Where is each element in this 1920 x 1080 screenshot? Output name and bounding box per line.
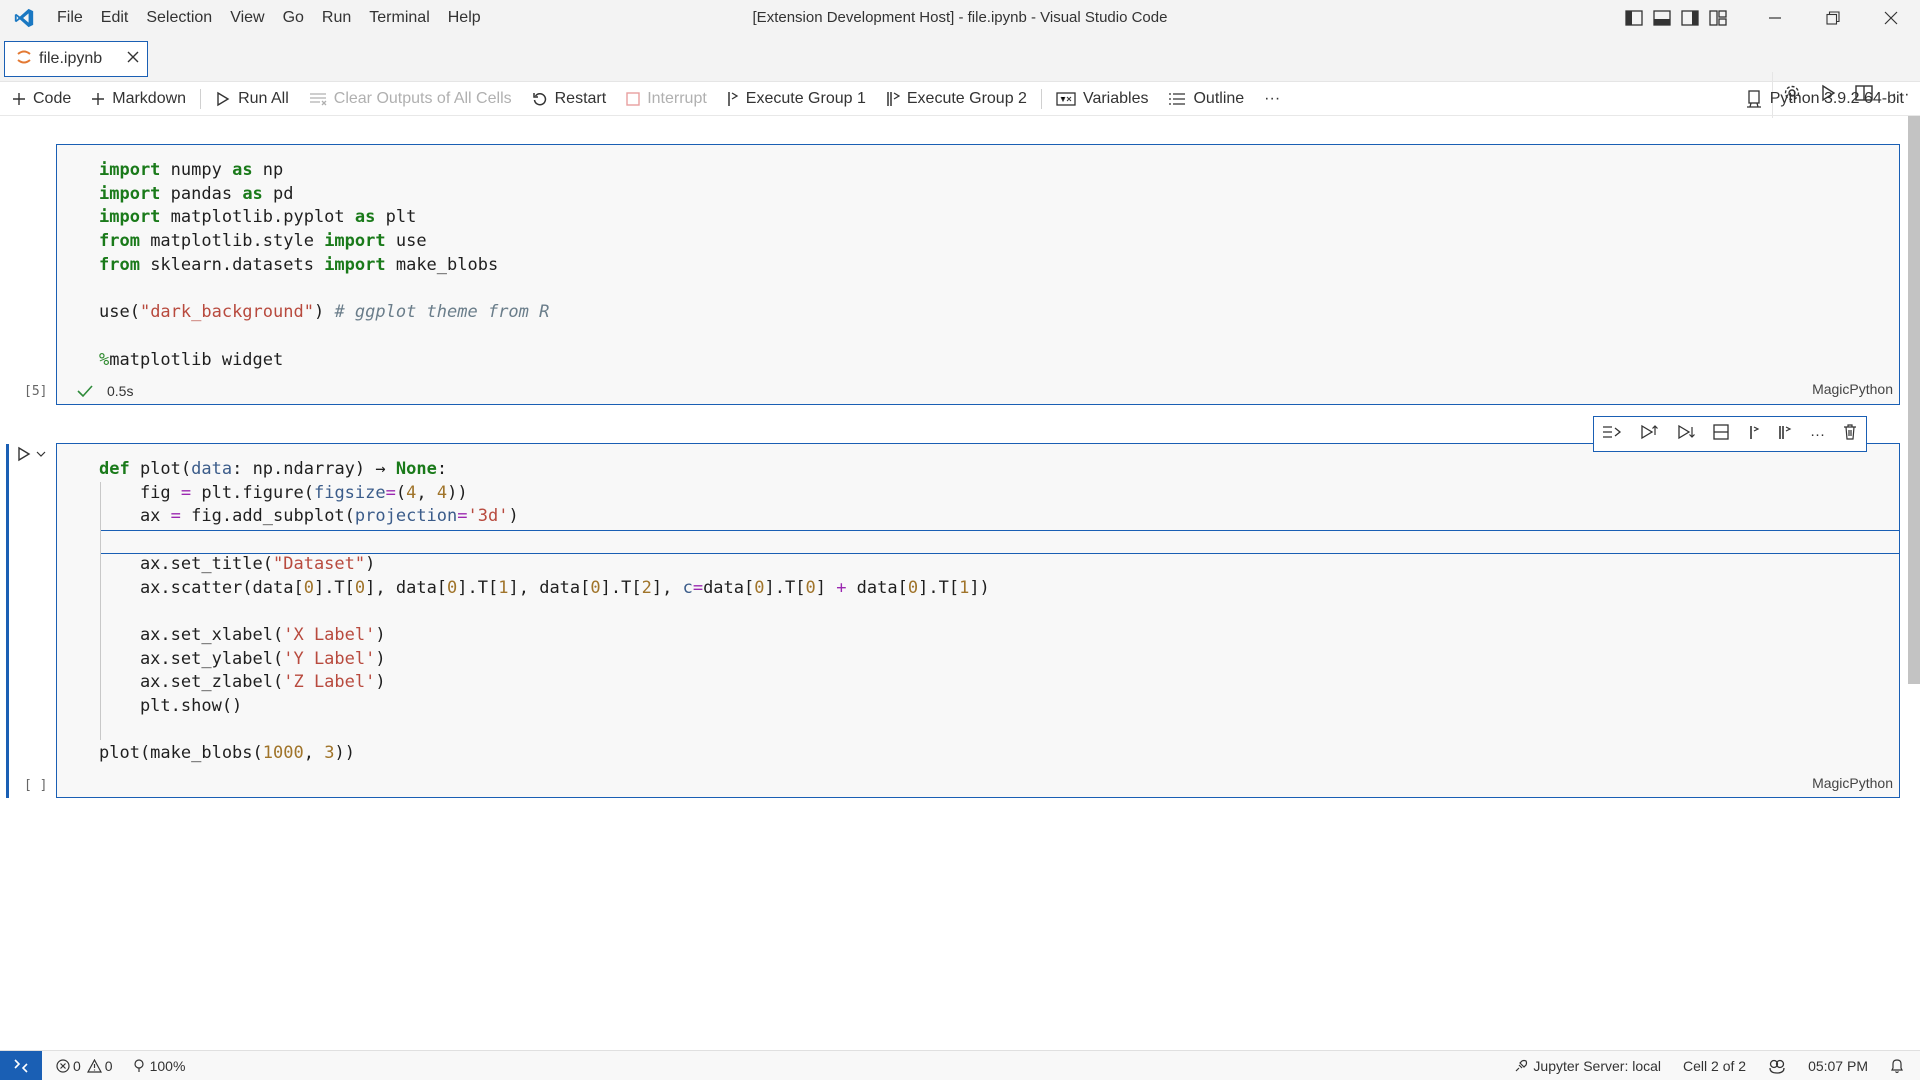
problems-indicator[interactable]: 0 0 [56, 1058, 113, 1074]
run-by-line-icon[interactable] [1602, 424, 1622, 445]
menu-selection[interactable]: Selection [137, 0, 221, 36]
cell-focus-indicator [6, 444, 9, 798]
toolbar-divider [1040, 88, 1042, 109]
tab-label: file.ipynb [39, 50, 103, 67]
customize-layout-icon[interactable] [1704, 0, 1732, 36]
more-toolbar-actions-button[interactable]: ··· [1264, 90, 1280, 108]
menu-help[interactable]: Help [439, 0, 490, 36]
execution-count: [ ] [24, 778, 48, 793]
vscode-logo-icon [0, 0, 48, 36]
plus-icon [91, 92, 105, 106]
interrupt-kernel-button[interactable]: Interrupt [626, 90, 707, 108]
delete-cell-icon[interactable] [1842, 423, 1858, 446]
kernel-picker[interactable]: Python 3.9.2 64-bit [1746, 82, 1904, 116]
toggle-panel-icon[interactable] [1648, 0, 1676, 36]
zoom-indicator[interactable]: 100% [133, 1058, 185, 1074]
cell-language[interactable]: MagicPython [1812, 775, 1893, 791]
variables-icon [1056, 91, 1076, 107]
cell-language[interactable]: MagicPython [1812, 381, 1893, 397]
add-markdown-cell-button[interactable]: Markdown [91, 90, 186, 108]
code-editor[interactable]: import numpy as np import pandas as pd i… [57, 145, 1899, 372]
menu-run[interactable]: Run [313, 0, 360, 36]
plug-icon [1514, 1059, 1528, 1073]
zoom-icon [133, 1058, 145, 1073]
outline-button[interactable]: Outline [1168, 90, 1244, 108]
menu-edit[interactable]: Edit [92, 0, 138, 36]
title-bar: File Edit Selection View Go Run Terminal… [0, 0, 1920, 36]
menu-view[interactable]: View [221, 0, 273, 36]
status-bar: 0 0 100% Jupyter Server: local Cell 2 of… [0, 1050, 1920, 1080]
more-cell-actions-icon[interactable]: ··· [1810, 426, 1825, 443]
plus-icon [12, 92, 26, 106]
execute-group-1-button[interactable]: Execute Group 1 [727, 90, 866, 108]
tab-close-icon[interactable] [127, 50, 139, 68]
clear-outputs-button[interactable]: Clear Outputs of All Cells [309, 90, 512, 108]
chevron-down-icon[interactable] [36, 450, 46, 458]
run-all-icon [215, 91, 231, 107]
kernel-icon [1746, 90, 1762, 108]
vertical-scrollbar[interactable] [1908, 116, 1920, 684]
clear-all-icon [309, 92, 327, 106]
restart-kernel-button[interactable]: Restart [532, 90, 606, 108]
menu-file[interactable]: File [48, 0, 92, 36]
menu-bar: File Edit Selection View Go Run Terminal… [48, 0, 490, 36]
jupyter-server-status[interactable]: Jupyter Server: local [1514, 1058, 1661, 1074]
code-editor[interactable]: def plot(data: np.ndarray) → None: fig =… [57, 444, 1899, 766]
execute-above-icon[interactable] [1639, 423, 1659, 446]
copilot-icon[interactable] [1768, 1058, 1786, 1074]
run-all-button[interactable]: Run All [215, 90, 289, 108]
cell-position[interactable]: Cell 2 of 2 [1683, 1058, 1746, 1074]
execute-below-icon[interactable] [1676, 423, 1696, 446]
execute-group-icon[interactable] [1747, 423, 1761, 446]
execute-group-icon [727, 90, 739, 108]
code-cell-1[interactable]: import numpy as np import pandas as pd i… [56, 144, 1900, 405]
error-icon [56, 1058, 70, 1073]
add-code-cell-button[interactable]: Code [12, 90, 71, 108]
tab-file-ipynb[interactable]: file.ipynb [4, 41, 148, 77]
jupyter-notebook-icon [15, 48, 33, 71]
code-cell-2[interactable]: def plot(data: np.ndarray) → None: fig =… [56, 443, 1900, 798]
toolbar-divider [200, 88, 202, 109]
notebook-toolbar: Code Markdown Run All Clear Outputs of A… [0, 82, 1920, 116]
minimize-icon[interactable] [1746, 0, 1804, 36]
execution-time: 0.5s [107, 383, 134, 399]
split-cell-icon[interactable] [1712, 423, 1730, 446]
restart-icon [532, 91, 548, 107]
execute-group-2-button[interactable]: Execute Group 2 [886, 90, 1027, 108]
variables-button[interactable]: Variables [1056, 90, 1148, 108]
menu-terminal[interactable]: Terminal [360, 0, 438, 36]
clock: 05:07 PM [1808, 1058, 1868, 1074]
toggle-primary-sidebar-icon[interactable] [1620, 0, 1648, 36]
notifications-bell-icon[interactable] [1890, 1058, 1904, 1074]
execution-count: [5] [24, 384, 48, 399]
execution-status: 0.5s [77, 383, 133, 399]
execute-group-icon [886, 90, 900, 108]
restore-icon[interactable] [1804, 0, 1862, 36]
run-cell-button[interactable] [16, 446, 46, 462]
execute-group-icon[interactable] [1777, 423, 1793, 446]
close-window-icon[interactable] [1862, 0, 1920, 36]
warning-icon [86, 1058, 102, 1073]
stop-icon [626, 91, 640, 106]
list-icon [1168, 92, 1186, 106]
menu-go[interactable]: Go [274, 0, 313, 36]
check-icon [77, 384, 93, 398]
editor-tab-bar: file.ipynb ··· [0, 36, 1920, 118]
cell-toolbar: ··· [1593, 416, 1867, 452]
toggle-secondary-sidebar-icon[interactable] [1676, 0, 1704, 36]
remote-indicator[interactable] [0, 1050, 42, 1080]
